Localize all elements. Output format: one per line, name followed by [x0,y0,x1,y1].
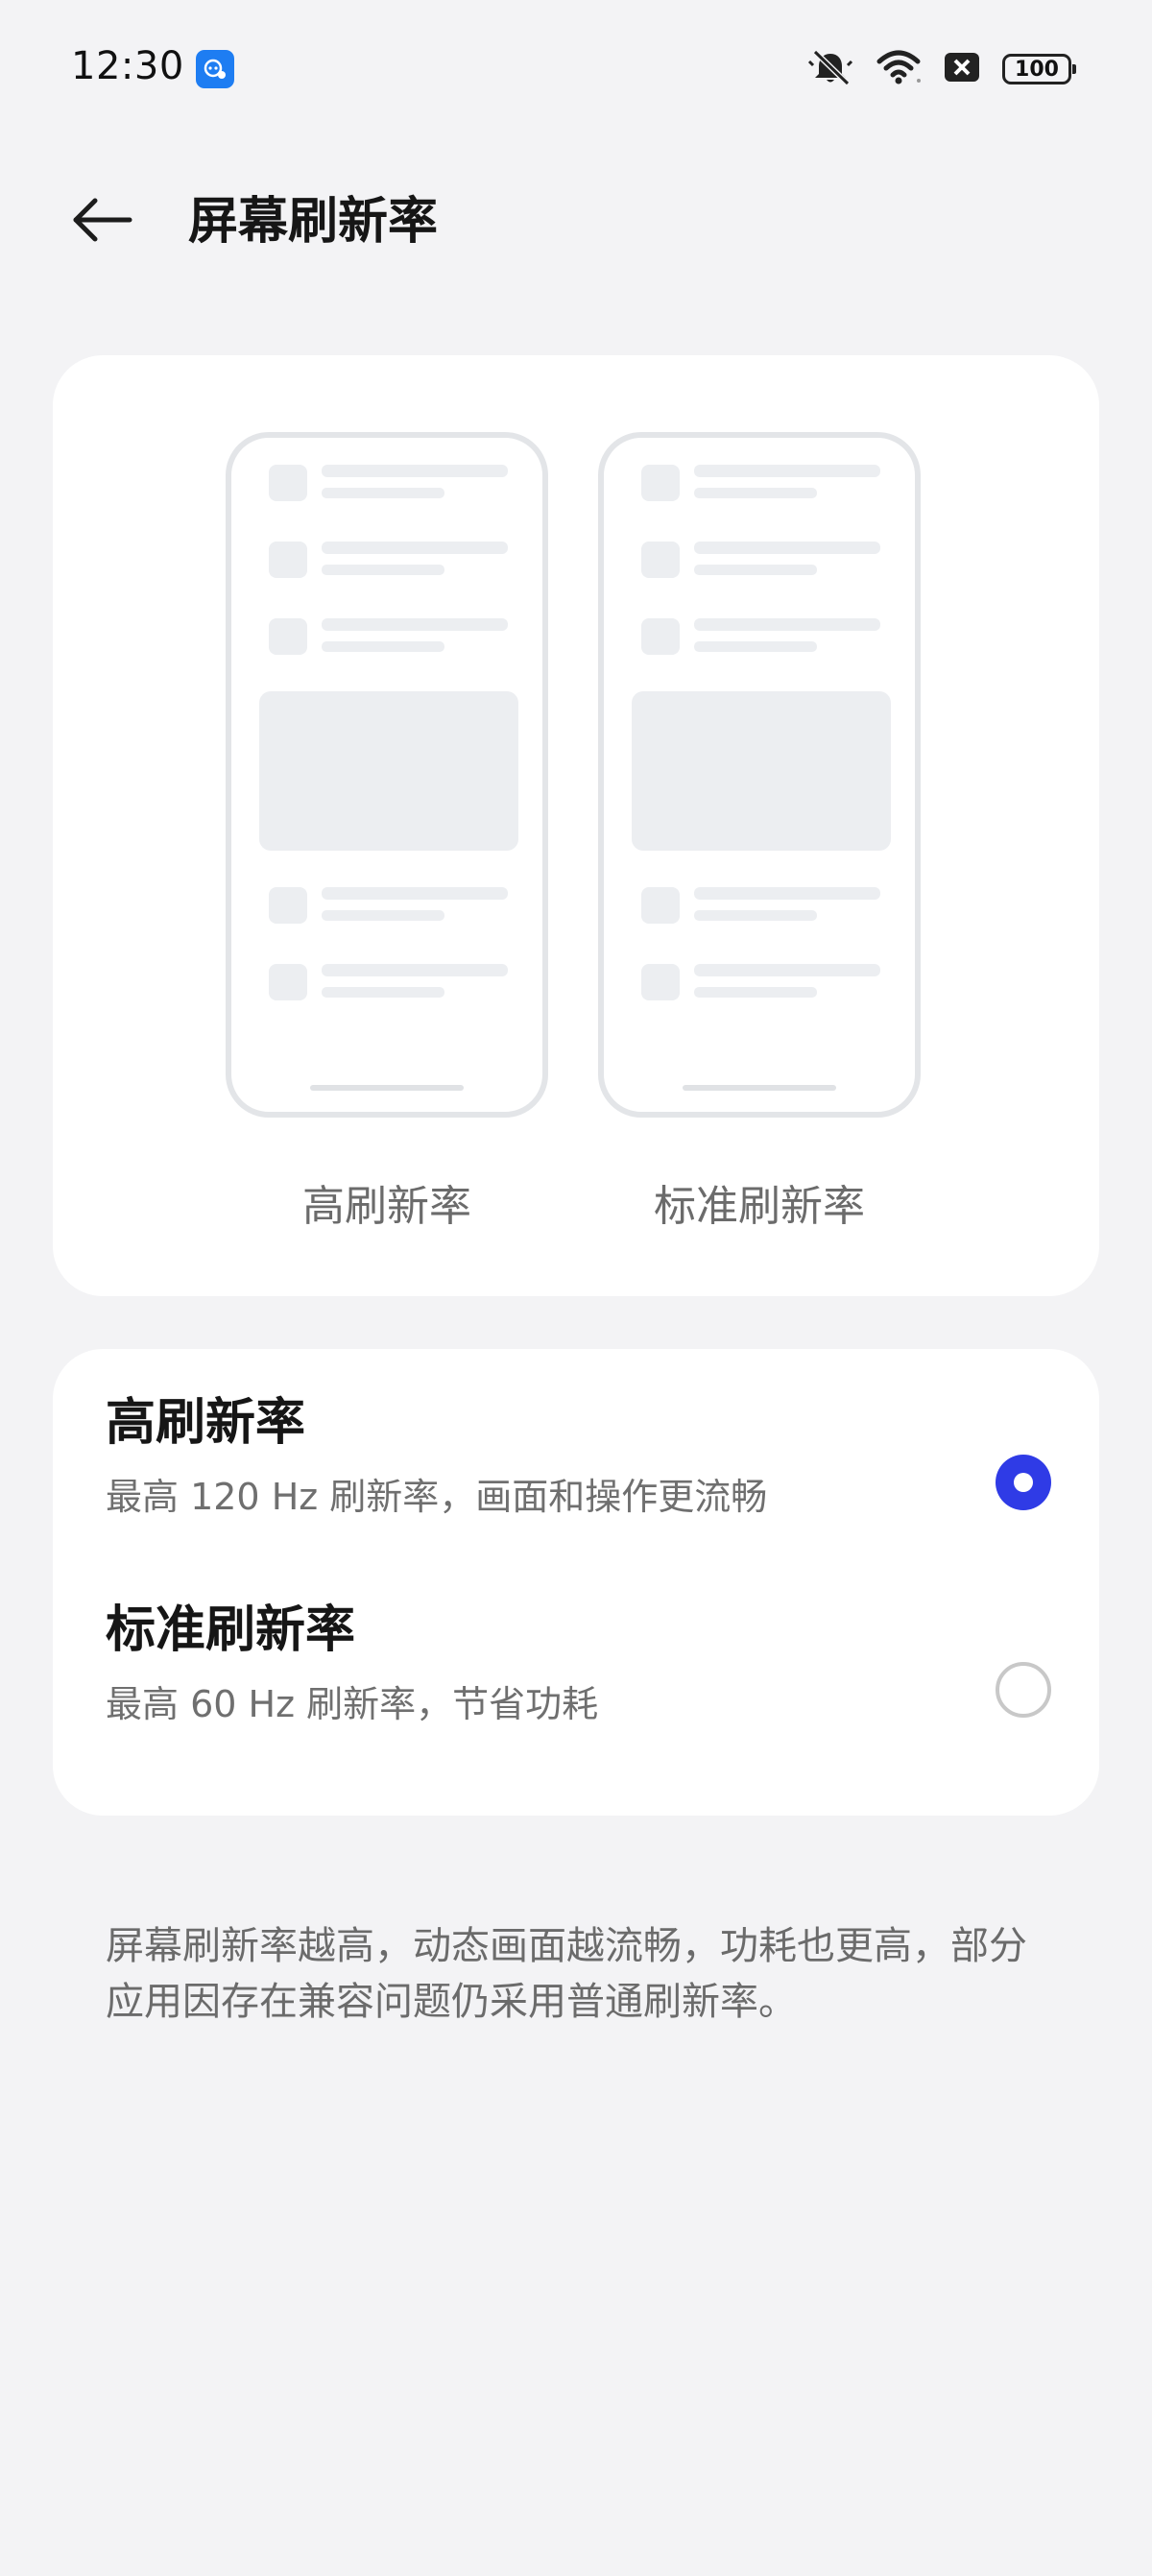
option-standard-refresh[interactable]: 标准刷新率 最高 60 Hz 刷新率，节省功耗 [53,1595,1099,1787]
radio-unselected[interactable] [996,1662,1051,1718]
refresh-rate-footnote: 屏幕刷新率越高，动态画面越流畅，功耗也更高，部分应用因存在兼容问题仍采用普通刷新… [106,1924,1027,2024]
option-description: 最高 120 Hz 刷新率，画面和操作更流畅 [106,1476,768,1518]
option-description: 最高 60 Hz 刷新率，节省功耗 [106,1683,599,1725]
option-high-refresh[interactable]: 高刷新率 最高 120 Hz 刷新率，画面和操作更流畅 [53,1387,1099,1579]
refresh-rate-options: 高刷新率 最高 120 Hz 刷新率，画面和操作更流畅 标准刷新率 最高 60 … [53,1349,1099,1816]
high-refresh-phone-illustration [226,432,548,1118]
status-bar: 12:30 100 [0,0,1152,134]
option-title: 标准刷新率 [106,1601,356,1659]
preview-label-high: 高刷新率 [302,1182,471,1231]
app-assistant-icon [196,50,234,88]
back-arrow-icon [70,196,133,248]
status-icons: 100 [806,48,1076,90]
page-title: 屏幕刷新率 [188,193,439,251]
preview-label-standard: 标准刷新率 [654,1182,865,1231]
back-button[interactable] [61,181,142,262]
battery-indicator: 100 [1002,54,1076,84]
status-time: 12:30 [71,44,184,88]
page-header: 屏幕刷新率 [0,168,1152,274]
radio-selected[interactable] [996,1455,1051,1510]
silent-bell-icon [806,48,854,90]
wifi-icon [876,48,922,90]
sim-off-icon [943,50,981,88]
radio-dot [1014,1473,1033,1492]
standard-refresh-phone-illustration [598,432,921,1118]
refresh-rate-preview-card: 高刷新率 标准刷新率 [53,355,1099,1296]
option-title: 高刷新率 [106,1394,306,1452]
